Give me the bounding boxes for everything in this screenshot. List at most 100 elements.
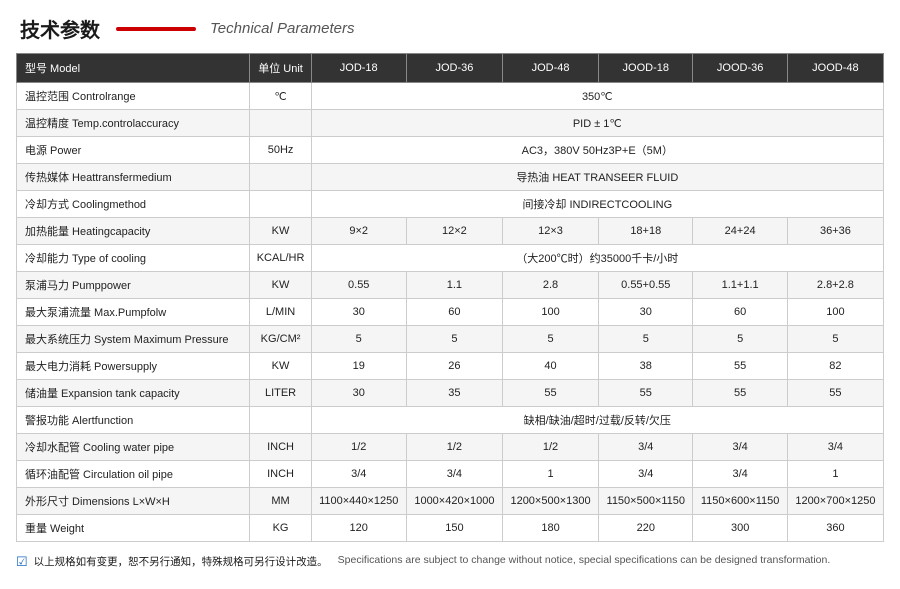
row-value: 150 [406,515,502,542]
row-value: 3/4 [599,461,693,488]
col-model: 型号 Model [17,54,250,83]
row-value: 60 [406,299,502,326]
row-value: 5 [787,326,883,353]
row-value: 2.8+2.8 [787,272,883,299]
row-unit: L/MIN [250,299,311,326]
row-value: 5 [502,326,598,353]
row-unit: KW [250,353,311,380]
table-row: 储油量 Expansion tank capacityLITER3035 55 55… [17,380,884,407]
row-value: 3/4 [693,434,787,461]
row-value: 1150×600×1150 [693,488,787,515]
row-unit: KCAL/HR [250,245,311,272]
row-value: 55 [787,380,883,407]
row-value: 1.1 [406,272,502,299]
row-value: 1/2 [502,434,598,461]
header-section: 技术参数 Technical Parameters [0,0,900,53]
row-label: 警报功能 Alertfunction [17,407,250,434]
row-value: 3/4 [406,461,502,488]
table-row: 循环油配管 Circulation oil pipeINCH3/43/413/4… [17,461,884,488]
row-value: 60 [693,299,787,326]
row-unit: LITER [250,380,311,407]
row-unit: KW [250,218,311,245]
row-label: 最大系统压力 System Maximum Pressure [17,326,250,353]
row-value: 5 [599,326,693,353]
row-value: 1150×500×1150 [599,488,693,515]
row-value: 180 [502,515,598,542]
tech-params-table: 型号 Model 单位 Unit JOD-18 JOD-36 JOD-48 JO… [16,53,884,542]
col-jood48: JOOD-48 [787,54,883,83]
row-value: 36+36 [787,218,883,245]
table-row: 温控精度 Temp.controlaccuracy PID ± 1℃ [17,110,884,137]
row-value: 120 [311,515,406,542]
row-span-value: 350℃ [311,83,883,110]
row-label: 冷却能力 Type of cooling [17,245,250,272]
footer-icon: ☑ [16,554,28,570]
row-value: 5 [406,326,502,353]
table-row: 冷却水配管 Cooling water pipeINCH1/21/21/23/4… [17,434,884,461]
row-value: 1200×700×1250 [787,488,883,515]
row-value: 82 [787,353,883,380]
row-value: 38 [599,353,693,380]
row-label: 最大电力消耗 Powersupply [17,353,250,380]
row-label: 最大泵浦流量 Max.Pumpfolw [17,299,250,326]
row-label: 循环油配管 Circulation oil pipe [17,461,250,488]
row-label: 冷却方式 Coolingmethod [17,191,250,218]
row-value: 3/4 [599,434,693,461]
row-value: 24+24 [693,218,787,245]
row-span-value: PID ± 1℃ [311,110,883,137]
header-divider [116,27,196,31]
row-span-value: AC3，380V 50Hz3P+E（5M） [311,137,883,164]
row-value: 100 [502,299,598,326]
row-value: 1/2 [406,434,502,461]
table-row: 最大电力消耗 PowersupplyKW192640385582 [17,353,884,380]
row-unit: KG/CM² [250,326,311,353]
row-value: 1200×500×1300 [502,488,598,515]
row-value: 30 [311,299,406,326]
row-label: 温控精度 Temp.controlaccuracy [17,110,250,137]
row-value: 360 [787,515,883,542]
row-value: 300 [693,515,787,542]
header-title-zh: 技术参数 [20,14,100,43]
row-value: 5 [311,326,406,353]
row-value: 55 [599,380,693,407]
row-value: 55 [693,353,787,380]
table-header-row: 型号 Model 单位 Unit JOD-18 JOD-36 JOD-48 JO… [17,54,884,83]
row-value: 30 [311,380,406,407]
row-unit [250,110,311,137]
row-span-value: 缺相/缺油/超时/过载/反转/欠压 [311,407,883,434]
row-unit [250,164,311,191]
row-unit: 50Hz [250,137,311,164]
table-row: 加热能量 HeatingcapacityKW9×212×212×318+1824… [17,218,884,245]
col-jood18: JOOD-18 [599,54,693,83]
row-label: 储油量 Expansion tank capacity [17,380,250,407]
row-label: 外形尺寸 Dimensions L×W×H [17,488,250,515]
row-value: 1 [502,461,598,488]
row-value: 3/4 [311,461,406,488]
row-span-value: 导热油 HEAT TRANSEER FLUID [311,164,883,191]
table-row: 重量 WeightKG120150180220300360 [17,515,884,542]
table-row: 最大系统压力 System Maximum PressureKG/CM²5555… [17,326,884,353]
row-unit [250,191,311,218]
footer-text-en: Specifications are subject to change wit… [338,554,831,566]
row-label: 重量 Weight [17,515,250,542]
row-value: 1000×420×1000 [406,488,502,515]
col-jod48: JOD-48 [502,54,598,83]
row-value: 12×3 [502,218,598,245]
row-label: 温控范围 Controlrange [17,83,250,110]
table-row: 警报功能 Alertfunction 缺相/缺油/超时/过载/反转/欠压 [17,407,884,434]
row-value: 30 [599,299,693,326]
row-value: 35 [406,380,502,407]
row-value: 18+18 [599,218,693,245]
row-value: 3/4 [693,461,787,488]
col-jod36: JOD-36 [406,54,502,83]
row-unit: ℃ [250,83,311,110]
row-unit: KW [250,272,311,299]
footer-text-zh: 以上规格如有变更，恕不另行通知，特殊规格可另行设计改造。 [34,554,328,569]
row-value: 3/4 [787,434,883,461]
row-value: 5 [693,326,787,353]
row-unit [250,407,311,434]
row-label: 冷却水配管 Cooling water pipe [17,434,250,461]
row-value: 0.55+0.55 [599,272,693,299]
table-row: 冷却能力 Type of coolingKCAL/HR（大200℃时）约3500… [17,245,884,272]
footer-section: ☑ 以上规格如有变更，恕不另行通知，特殊规格可另行设计改造。 Specifica… [0,548,900,578]
